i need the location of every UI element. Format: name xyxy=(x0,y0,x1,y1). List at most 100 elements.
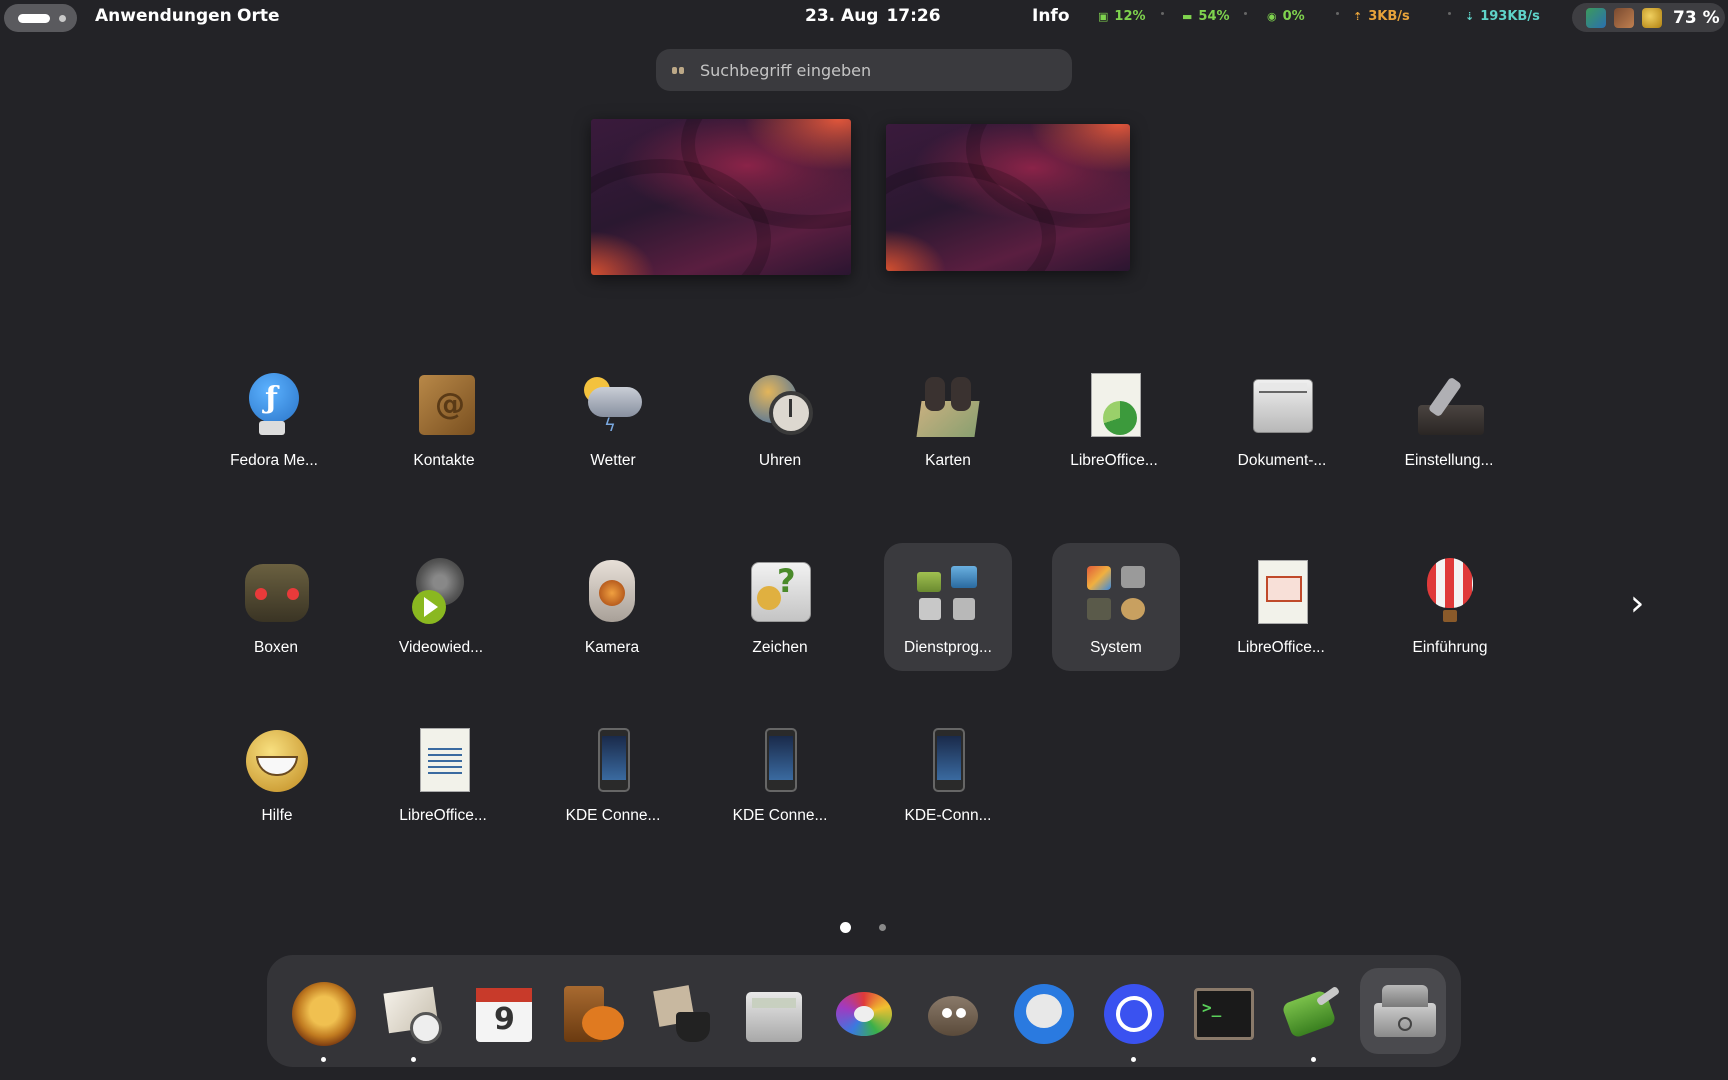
app-label: KDE Conne... xyxy=(732,807,828,824)
dock-item-calendar[interactable]: 9 xyxy=(460,973,546,1059)
address-book-icon: @ xyxy=(409,371,479,441)
dock-item-passwords[interactable] xyxy=(1270,973,1356,1062)
app-label: Videowied... xyxy=(398,639,484,656)
dock-item-signal[interactable] xyxy=(1090,973,1176,1062)
memory-icon: ▬ xyxy=(1182,10,1193,23)
workspace-thumbnail-2[interactable] xyxy=(886,124,1130,271)
hot-air-balloon-icon xyxy=(1415,558,1485,628)
app-kde-connect-1[interactable]: KDE Conne... xyxy=(549,711,677,839)
folder-dienstprogramme[interactable]: Dienstprog... xyxy=(884,543,1012,671)
top-bar: Anwendungen Orte 23. Aug 17:26 Info ▣ 12%… xyxy=(0,0,1728,34)
app-boxen[interactable]: Boxen xyxy=(212,543,340,671)
dock-item-files[interactable] xyxy=(550,973,636,1059)
calendar-icon: 9 xyxy=(472,982,536,1046)
applications-menu[interactable]: Anwendungen xyxy=(95,6,232,26)
disk-value: 0% xyxy=(1282,9,1305,24)
keys-icon xyxy=(1281,982,1346,1046)
bag-icon[interactable] xyxy=(1614,7,1634,28)
signal-icon xyxy=(1102,982,1166,1046)
phone-icon xyxy=(578,726,648,796)
workspace-indicator-active xyxy=(18,14,50,23)
download-icon: ⇣ xyxy=(1465,10,1475,23)
system-folder-icon xyxy=(1081,558,1151,628)
world-clock-icon xyxy=(745,371,815,441)
dock-item-browser[interactable] xyxy=(280,973,366,1062)
app-label: Einführung xyxy=(1412,639,1488,656)
next-page-chevron-icon[interactable]: › xyxy=(1630,586,1656,623)
time-label: 17:26 xyxy=(886,6,941,26)
running-indicator xyxy=(321,1057,326,1062)
volume-icon[interactable] xyxy=(1642,7,1662,28)
weather-storm-icon: ϟ xyxy=(578,371,648,441)
app-kamera[interactable]: Kamera xyxy=(548,543,676,671)
app-label: Wetter xyxy=(590,452,636,469)
terminal-icon: >_ xyxy=(1192,982,1256,1046)
app-label: Boxen xyxy=(254,639,298,656)
gimp-icon xyxy=(922,982,986,1046)
chat-bubble-icon xyxy=(1012,982,1076,1046)
folder-system[interactable]: System xyxy=(1052,543,1180,671)
magic-hat-icon xyxy=(652,982,716,1046)
search-bar[interactable] xyxy=(656,49,1072,91)
page-indicator-1[interactable] xyxy=(840,922,851,933)
search-input[interactable] xyxy=(700,60,1040,80)
app-label: Hilfe xyxy=(261,807,293,824)
dock-item-app-grid[interactable] xyxy=(1360,968,1446,1054)
dock-item-messenger[interactable] xyxy=(1000,973,1086,1059)
spreadsheet-icon xyxy=(1079,371,1149,441)
app-fedora-media-writer[interactable]: ƒ Fedora Me... xyxy=(210,356,338,484)
running-indicator xyxy=(1311,1057,1316,1062)
calculator-icon xyxy=(742,982,806,1046)
running-indicator xyxy=(1131,1057,1136,1062)
date-time-button[interactable]: 23. Aug 17:26 xyxy=(805,6,949,26)
upload-monitor[interactable]: ⇡ 3KB/s xyxy=(1353,9,1410,24)
app-kde-connect-3[interactable]: KDE-Conn... xyxy=(884,711,1012,839)
app-kontakte[interactable]: @ Kontakte xyxy=(380,356,508,484)
cpu-monitor[interactable]: ▣ 12% xyxy=(1098,9,1146,24)
app-videowiedergabe[interactable]: Videowied... xyxy=(377,543,505,671)
ram-monitor[interactable]: ▬ 54% xyxy=(1182,9,1230,24)
network-icon[interactable] xyxy=(1586,7,1606,28)
wallpaper-preview xyxy=(886,124,1130,271)
lion-icon xyxy=(292,982,356,1046)
info-button[interactable]: Info xyxy=(1032,6,1070,26)
app-karten[interactable]: Karten xyxy=(884,356,1012,484)
color-wheel-icon xyxy=(832,982,896,1046)
dock-item-trash[interactable] xyxy=(640,973,726,1059)
app-einfuehrung[interactable]: Einführung xyxy=(1386,543,1514,671)
ram-value: 54% xyxy=(1198,9,1230,24)
app-kde-connect-2[interactable]: KDE Conne... xyxy=(716,711,844,839)
app-libreoffice-impress[interactable]: LibreOffice... xyxy=(1217,543,1345,671)
app-libreoffice-calc[interactable]: LibreOffice... xyxy=(1050,356,1178,484)
dock-item-gimp[interactable] xyxy=(910,973,996,1059)
dock-item-mail[interactable] xyxy=(370,973,456,1062)
places-menu[interactable]: Orte xyxy=(237,6,280,26)
fedora-icon: ƒ xyxy=(239,371,309,441)
dock-item-terminal[interactable]: >_ xyxy=(1180,973,1266,1059)
app-zeichen[interactable]: ? Zeichen xyxy=(716,543,844,671)
app-einstellungen[interactable]: Einstellung... xyxy=(1385,356,1513,484)
upload-icon: ⇡ xyxy=(1353,10,1363,23)
workspace-thumbnail-1[interactable] xyxy=(591,119,851,275)
app-label: Fedora Me... xyxy=(230,452,318,469)
app-label: Einstellung... xyxy=(1404,452,1494,469)
dock-item-color-picker[interactable] xyxy=(820,973,906,1059)
disk-monitor[interactable]: ◉ 0% xyxy=(1267,9,1305,24)
phone-icon xyxy=(745,726,815,796)
app-wetter[interactable]: ϟ Wetter xyxy=(549,356,677,484)
app-libreoffice-writer[interactable]: LibreOffice... xyxy=(379,711,507,839)
app-label: LibreOffice... xyxy=(1070,452,1158,469)
page-indicator-2[interactable] xyxy=(879,924,886,931)
mail-clock-icon xyxy=(382,982,446,1046)
app-label: System xyxy=(1090,639,1142,656)
utilities-folder-icon xyxy=(913,558,983,628)
app-uhren[interactable]: Uhren xyxy=(716,356,844,484)
download-monitor[interactable]: ⇣ 193KB/s xyxy=(1465,9,1540,24)
activities-button[interactable] xyxy=(4,4,77,32)
app-document-scanner[interactable]: Dokument-... xyxy=(1218,356,1346,484)
dock-item-calculator[interactable] xyxy=(730,973,816,1059)
system-tray[interactable]: 73 % xyxy=(1572,3,1725,32)
separator xyxy=(1244,12,1247,15)
app-hilfe[interactable]: Hilfe xyxy=(213,711,341,839)
text-document-icon xyxy=(408,726,478,796)
